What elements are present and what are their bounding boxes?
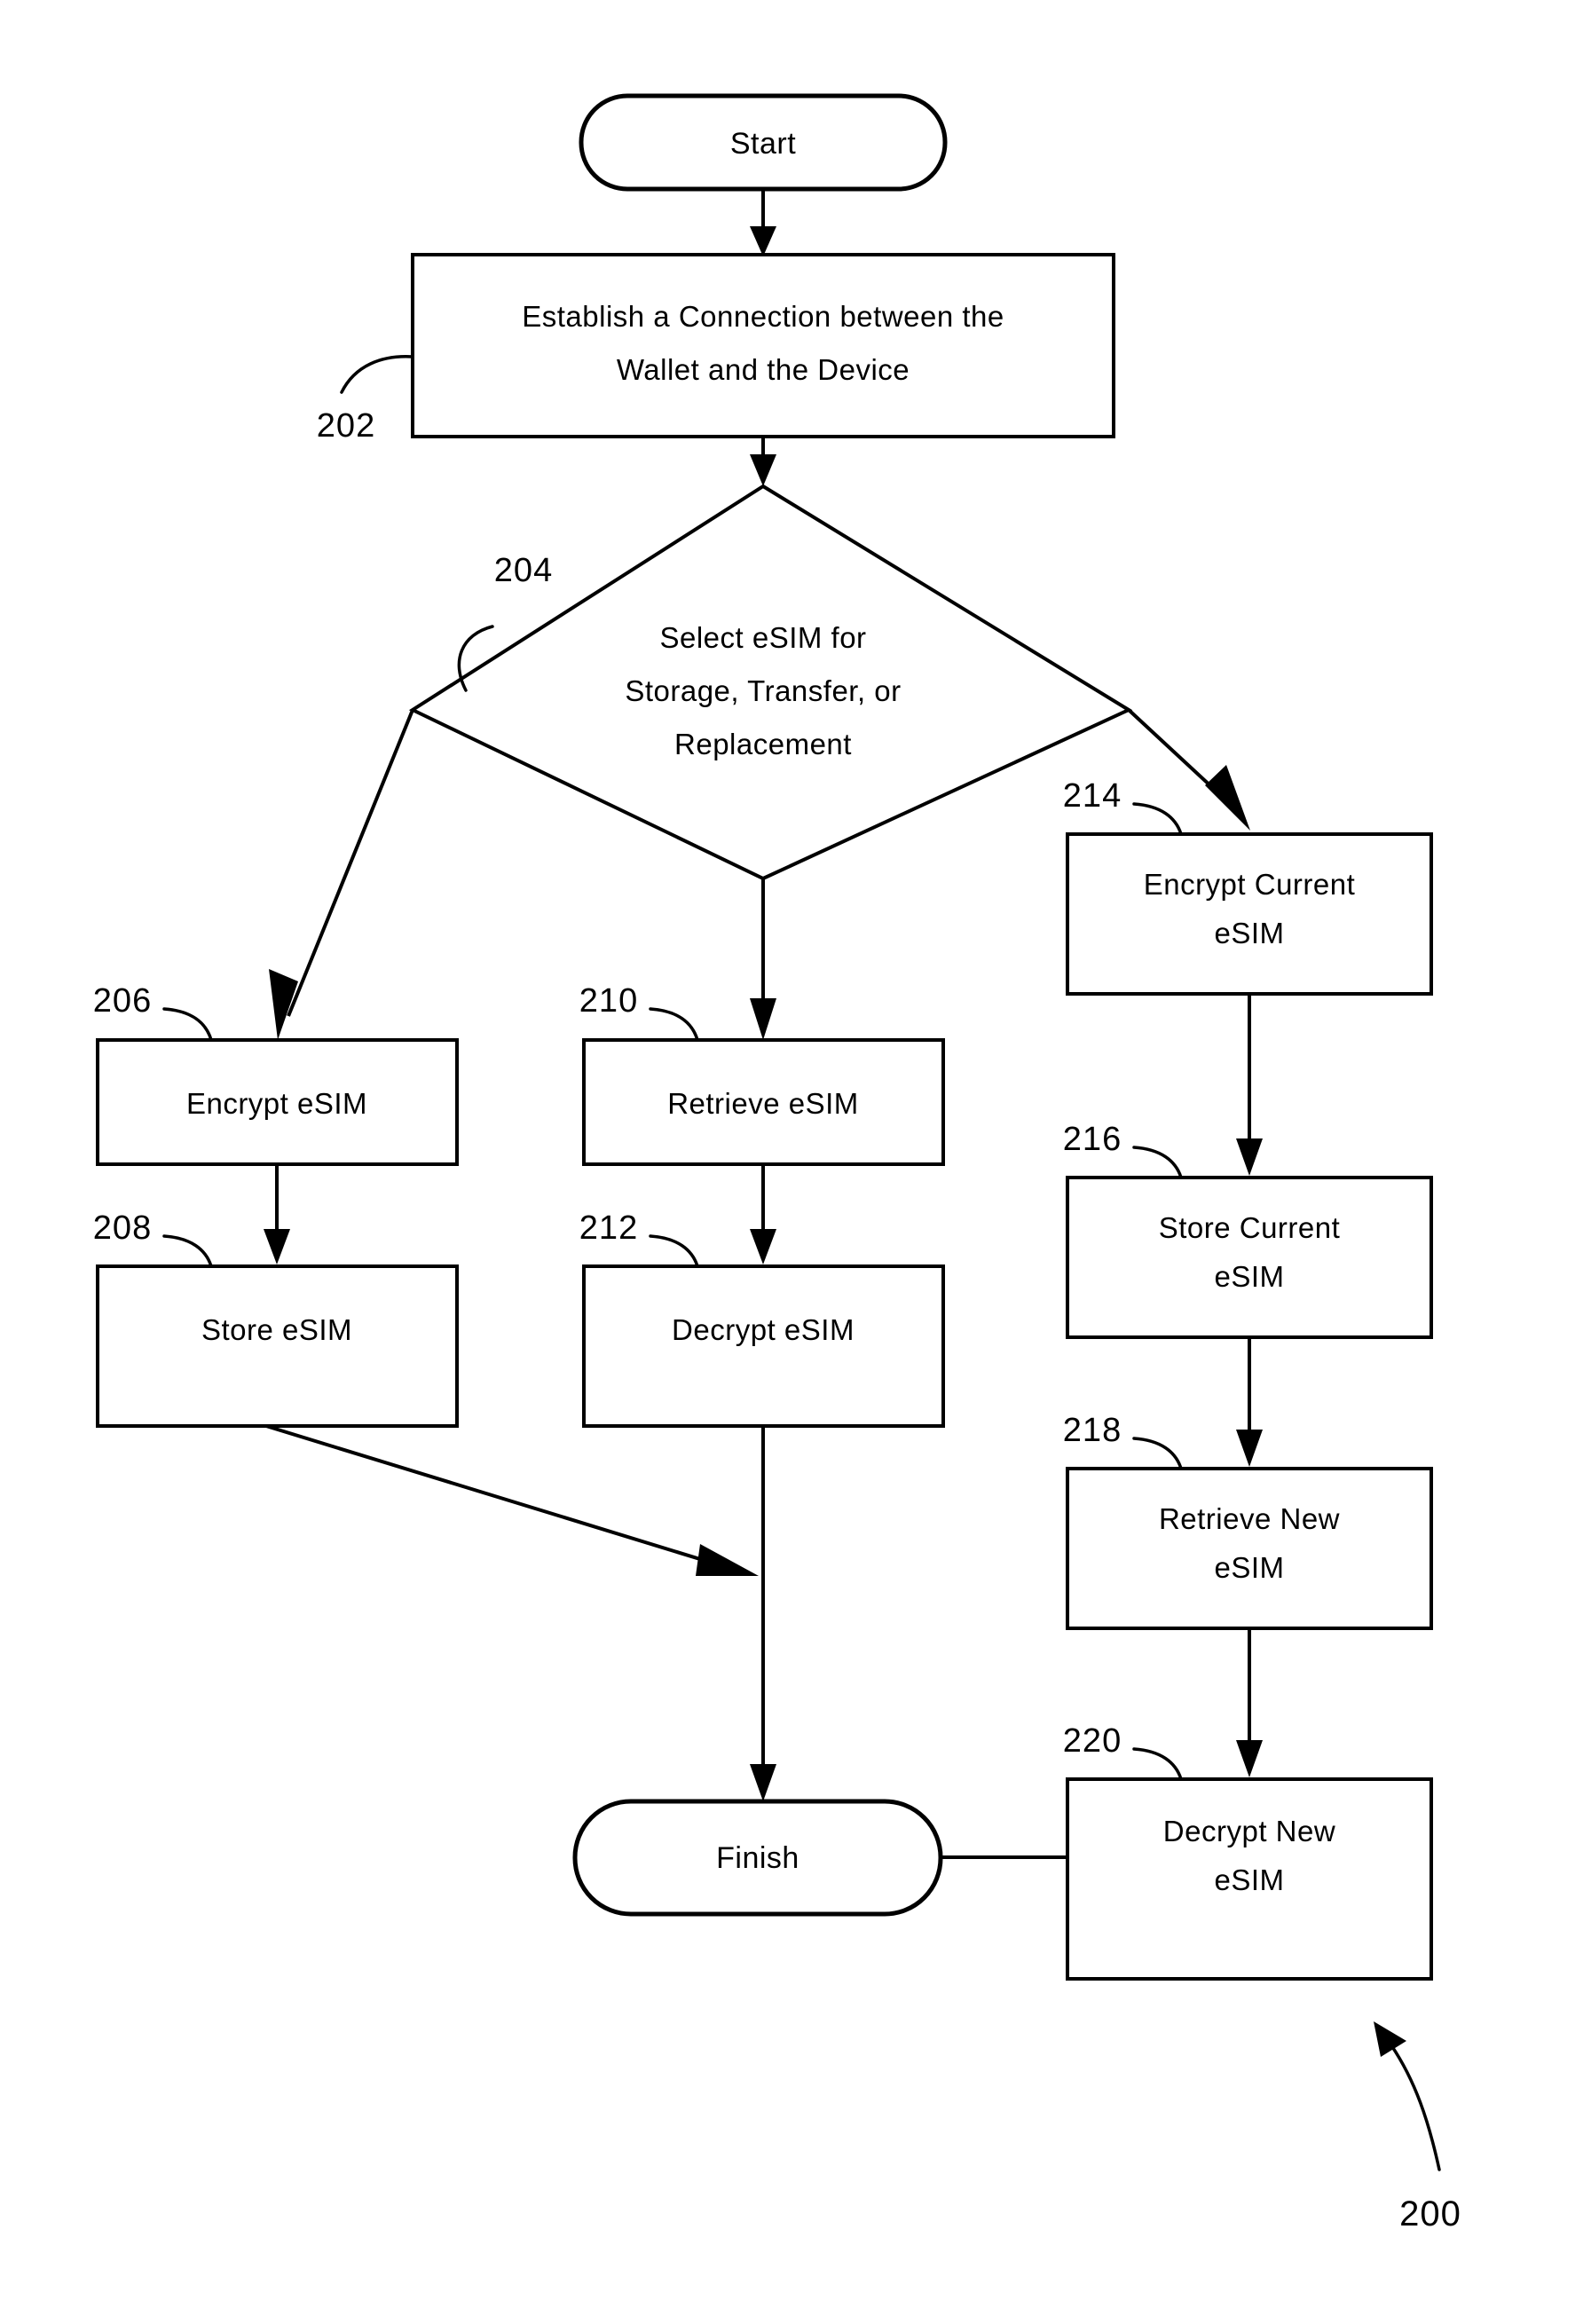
edge-208-to-finish <box>265 1424 759 1576</box>
ref-number-210: 210 <box>579 982 638 1020</box>
arrowhead-icon <box>750 226 776 256</box>
node-208-line1: Store eSIM <box>201 1313 352 1346</box>
process-box-208 <box>96 1264 459 1428</box>
figure-canvas: Start Establish a Connection between the… <box>0 0 1591 2324</box>
arrowhead-icon <box>696 1544 759 1576</box>
node-start: Start <box>579 93 948 192</box>
process-box-216 <box>1066 1176 1433 1339</box>
ref-callout-218: 218 <box>1063 1412 1183 1470</box>
ref-callout-214: 214 <box>1063 777 1183 836</box>
node-214-line1: Encrypt Current <box>1144 868 1356 901</box>
ref-callout-208: 208 <box>93 1209 213 1268</box>
edge-206-to-208 <box>264 1164 290 1264</box>
arrowhead-icon <box>1205 765 1250 831</box>
edge-start-to-202 <box>750 189 776 256</box>
node-216: Store Current eSIM <box>1066 1176 1433 1339</box>
node-202-line1: Establish a Connection between the <box>522 300 1004 333</box>
ref-number-212: 212 <box>579 1209 638 1247</box>
node-204-line1: Select eSIM for <box>659 621 866 654</box>
node-204-line3: Replacement <box>674 728 852 760</box>
edge-212-to-finish <box>750 1426 776 1801</box>
node-210-line1: Retrieve eSIM <box>667 1087 859 1120</box>
finish-label: Finish <box>716 1841 799 1875</box>
figure-number: 200 <box>1399 2194 1461 2233</box>
node-208: Store eSIM <box>96 1264 459 1428</box>
ref-callout-212: 212 <box>579 1209 699 1268</box>
process-box-214 <box>1066 832 1433 996</box>
node-218-line2: eSIM <box>1214 1551 1284 1584</box>
node-206-line1: Encrypt eSIM <box>186 1087 367 1120</box>
node-216-line2: eSIM <box>1214 1260 1284 1293</box>
node-214-line2: eSIM <box>1214 917 1284 949</box>
arrowhead-icon <box>1236 1138 1263 1176</box>
edge-210-to-212 <box>750 1164 776 1264</box>
node-220-line1: Decrypt New <box>1163 1815 1335 1847</box>
arrowhead-icon <box>1374 2021 1406 2057</box>
ref-number-208: 208 <box>93 1209 152 1247</box>
edge-202-to-204 <box>750 437 776 486</box>
arrowhead-icon <box>750 998 776 1040</box>
edge-204-to-210 <box>750 878 776 1040</box>
ref-callout-210: 210 <box>579 982 699 1042</box>
edge-214-to-216 <box>1236 994 1263 1176</box>
ref-callout-206: 206 <box>93 982 213 1042</box>
arrowhead-icon <box>264 1229 290 1264</box>
ref-number-202: 202 <box>317 407 375 445</box>
ref-callout-202: 202 <box>317 355 414 445</box>
node-216-line1: Store Current <box>1159 1211 1341 1244</box>
node-214: Encrypt Current eSIM <box>1066 832 1433 996</box>
ref-number-214: 214 <box>1063 777 1122 815</box>
edge-216-to-218 <box>1236 1337 1263 1467</box>
node-202: Establish a Connection between the Walle… <box>411 253 1115 438</box>
start-label: Start <box>730 127 796 161</box>
node-204-line2: Storage, Transfer, or <box>625 674 901 707</box>
edge-204-to-206 <box>269 709 414 1040</box>
node-204: Select eSIM for Storage, Transfer, or Re… <box>408 484 1133 881</box>
node-220-line2: eSIM <box>1214 1863 1284 1896</box>
arrowhead-icon <box>1236 1740 1263 1777</box>
node-210: Retrieve eSIM <box>582 1038 945 1166</box>
arrowhead-icon <box>750 454 776 486</box>
node-220: Decrypt New eSIM <box>1066 1777 1433 1981</box>
node-218: Retrieve New eSIM <box>1066 1467 1433 1630</box>
arrowhead-icon <box>750 1229 776 1264</box>
flowchart-diagram: Start Establish a Connection between the… <box>93 93 1461 2233</box>
arrowhead-icon <box>750 1764 776 1801</box>
ref-number-220: 220 <box>1063 1722 1122 1760</box>
ref-number-204: 204 <box>494 552 553 589</box>
node-212: Decrypt eSIM <box>582 1264 945 1428</box>
ref-number-218: 218 <box>1063 1412 1122 1449</box>
arrowhead-icon <box>1236 1430 1263 1467</box>
node-202-line2: Wallet and the Device <box>617 353 910 386</box>
edge-218-to-220 <box>1236 1628 1263 1777</box>
node-finish: Finish <box>572 1799 943 1917</box>
ref-number-206: 206 <box>93 982 152 1020</box>
node-218-line1: Retrieve New <box>1159 1502 1340 1535</box>
process-box-202 <box>411 253 1115 438</box>
process-box-218 <box>1066 1467 1433 1630</box>
process-box-212 <box>582 1264 945 1428</box>
ref-number-216: 216 <box>1063 1121 1122 1158</box>
node-206: Encrypt eSIM <box>96 1038 459 1166</box>
node-212-line1: Decrypt eSIM <box>672 1313 855 1346</box>
ref-callout-220: 220 <box>1063 1722 1183 1781</box>
ref-callout-216: 216 <box>1063 1121 1183 1179</box>
edge-204-to-214 <box>1127 708 1250 831</box>
figure-reference-callout: 200 <box>1374 2021 1461 2233</box>
